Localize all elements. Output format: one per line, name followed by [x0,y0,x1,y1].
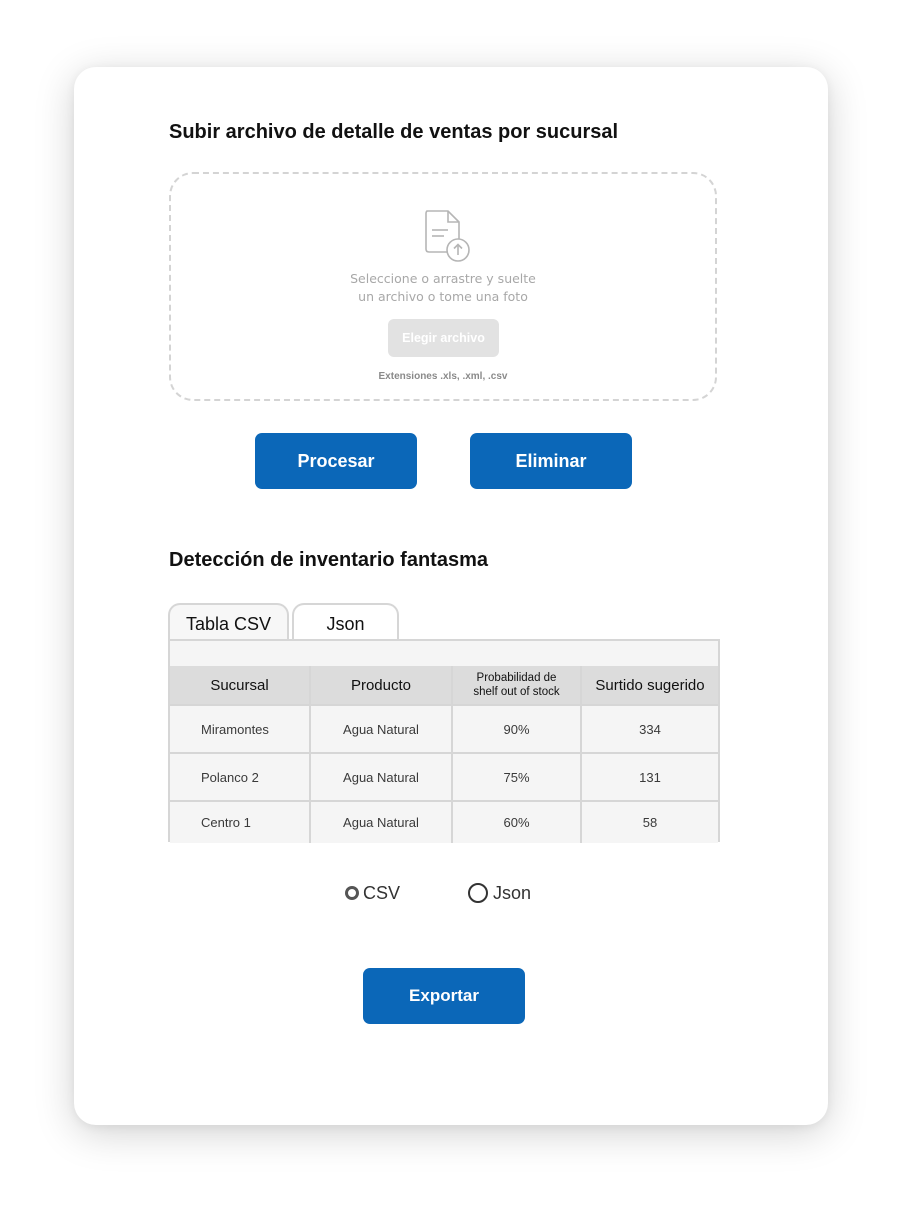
column-header-producto: Producto [310,666,453,706]
column-header-probabilidad: Probabilidad de shelf out of stock [452,666,582,706]
column-header-sucursal: Sucursal [170,666,311,706]
cell-sucursal: Polanco 2 [170,753,311,802]
cell-sucursal: Centro 1 [170,801,311,843]
upload-section-title: Subir archivo de detalle de ventas por s… [169,121,619,143]
cell-sucursal: Miramontes [170,705,311,754]
cell-probabilidad: 75% [452,753,582,802]
file-upload-icon [425,210,470,262]
cell-surtido: 334 [581,705,718,754]
table-header-row: Sucursal Producto Probabilidad de shelf … [170,666,718,706]
allowed-extensions-text: Extensiones .xls, .xml, .csv [378,371,508,382]
export-format-json-label: Json [493,882,532,903]
export-format-json-radio[interactable]: Json [468,881,531,905]
process-button[interactable]: Procesar [255,433,417,489]
table-row: Miramontes Agua Natural 90% 334 [170,705,718,754]
cell-surtido: 131 [581,753,718,802]
results-table: Sucursal Producto Probabilidad de shelf … [170,666,718,843]
tab-csv-table[interactable]: Tabla CSV [168,603,289,641]
choose-file-button[interactable]: Elegir archivo [388,319,499,357]
export-format-csv-label: CSV [363,882,401,903]
column-header-probabilidad-line2: shelf out of stock [473,686,560,698]
cell-producto: Agua Natural [310,753,453,802]
cell-probabilidad: 90% [452,705,582,754]
export-button[interactable]: Exportar [363,968,525,1024]
tab-json[interactable]: Json [292,603,399,641]
results-table-panel: Sucursal Producto Probabilidad de shelf … [168,639,720,843]
table-row: Polanco 2 Agua Natural 75% 131 [170,753,718,802]
cell-producto: Agua Natural [310,801,453,843]
radio-unselected-icon [468,883,488,903]
delete-button[interactable]: Eliminar [470,433,632,489]
dropzone-instruction-line2: un archivo o tome una foto [358,289,528,304]
table-row: Centro 1 Agua Natural 60% 58 [170,801,718,843]
radio-selected-icon [345,886,359,900]
cell-probabilidad: 60% [452,801,582,843]
cell-surtido: 58 [581,801,718,843]
dropzone-instruction-line1: Seleccione o arrastre y suelte [350,271,536,286]
detection-section-title: Detección de inventario fantasma [169,549,488,571]
column-header-surtido: Surtido sugerido [581,666,718,706]
cell-producto: Agua Natural [310,705,453,754]
export-format-csv-radio[interactable]: CSV [345,881,400,905]
column-header-probabilidad-line1: Probabilidad de [476,672,557,684]
